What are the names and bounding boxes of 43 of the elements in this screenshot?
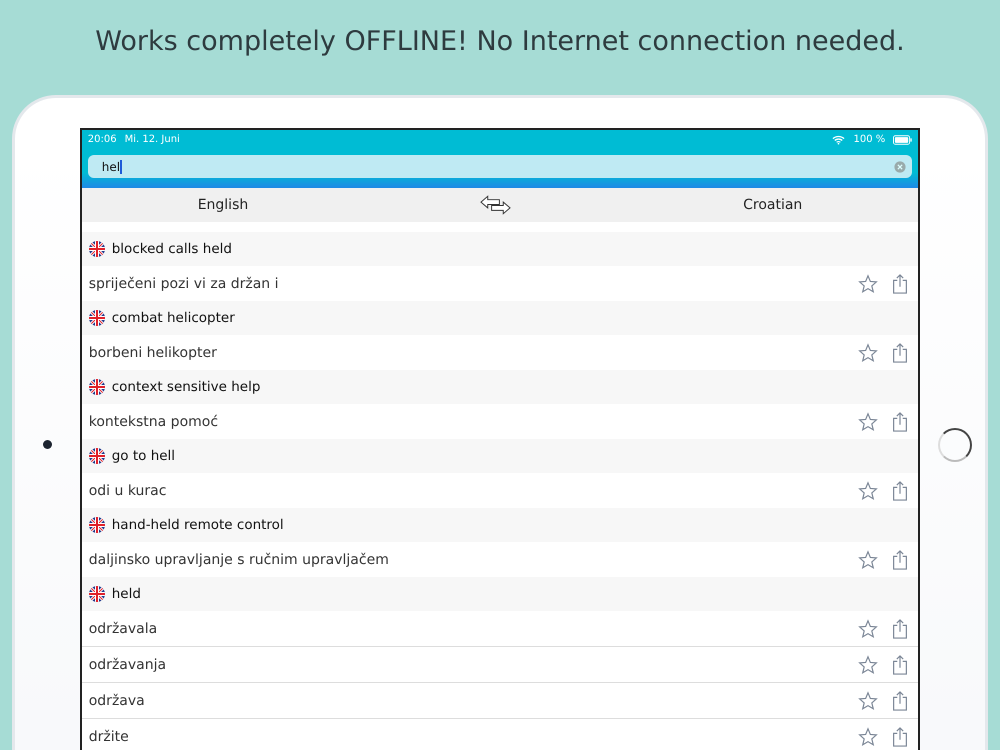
flag-icon (88, 310, 105, 326)
translation-text: održava (88, 692, 146, 708)
headline: Works completely OFFLINE! No Internet connection needed. (94, 25, 906, 59)
star-icon[interactable] (858, 726, 878, 746)
source-term: held (112, 586, 141, 602)
flag-icon (88, 448, 105, 464)
translation-text: kontekstna pomoć (88, 414, 220, 430)
wifi-icon (832, 134, 846, 144)
translation-text: spriječeni pozi vi za držan i (88, 276, 280, 292)
translation-text: borbeni helikopter (88, 344, 218, 360)
star-icon[interactable] (858, 550, 878, 570)
star-icon[interactable] (858, 654, 878, 674)
source-term: blocked calls held (112, 241, 232, 257)
star-icon[interactable] (858, 480, 878, 500)
swap-arrows-icon[interactable] (480, 195, 512, 215)
translation-text: držite (88, 728, 130, 744)
status-time: 20:06 (88, 134, 117, 145)
flag-icon (88, 241, 105, 257)
source-term: hand-held remote control (112, 517, 284, 533)
flag-icon (88, 379, 105, 395)
star-icon[interactable] (858, 274, 878, 294)
star-icon[interactable] (858, 690, 878, 710)
battery-percent: 100 % (853, 134, 886, 145)
camera-icon (42, 440, 52, 449)
star-icon[interactable] (858, 342, 878, 362)
source-term: context sensitive help (112, 379, 260, 395)
flag-icon (88, 586, 105, 602)
translation-text: održavanja (88, 656, 168, 672)
translation-text: daljinsko upravljanje s ručnim upravljačem (88, 552, 390, 568)
clear-icon[interactable] (894, 160, 906, 172)
flag-icon (88, 517, 105, 533)
search-field[interactable]: hel (88, 155, 912, 178)
source-term: combat helicopter (112, 310, 235, 326)
home-button-icon[interactable] (938, 428, 972, 462)
target-language[interactable]: Croatian (743, 197, 802, 213)
translation-text: odi u kurac (88, 482, 168, 498)
source-language[interactable]: English (198, 197, 248, 213)
star-icon[interactable] (858, 412, 878, 432)
translation-text: održavala (88, 620, 158, 636)
source-term: go to hell (112, 448, 176, 464)
battery-icon (893, 134, 912, 144)
star-icon[interactable] (858, 618, 878, 638)
status-date: Mi. 12. Juni (124, 134, 180, 145)
